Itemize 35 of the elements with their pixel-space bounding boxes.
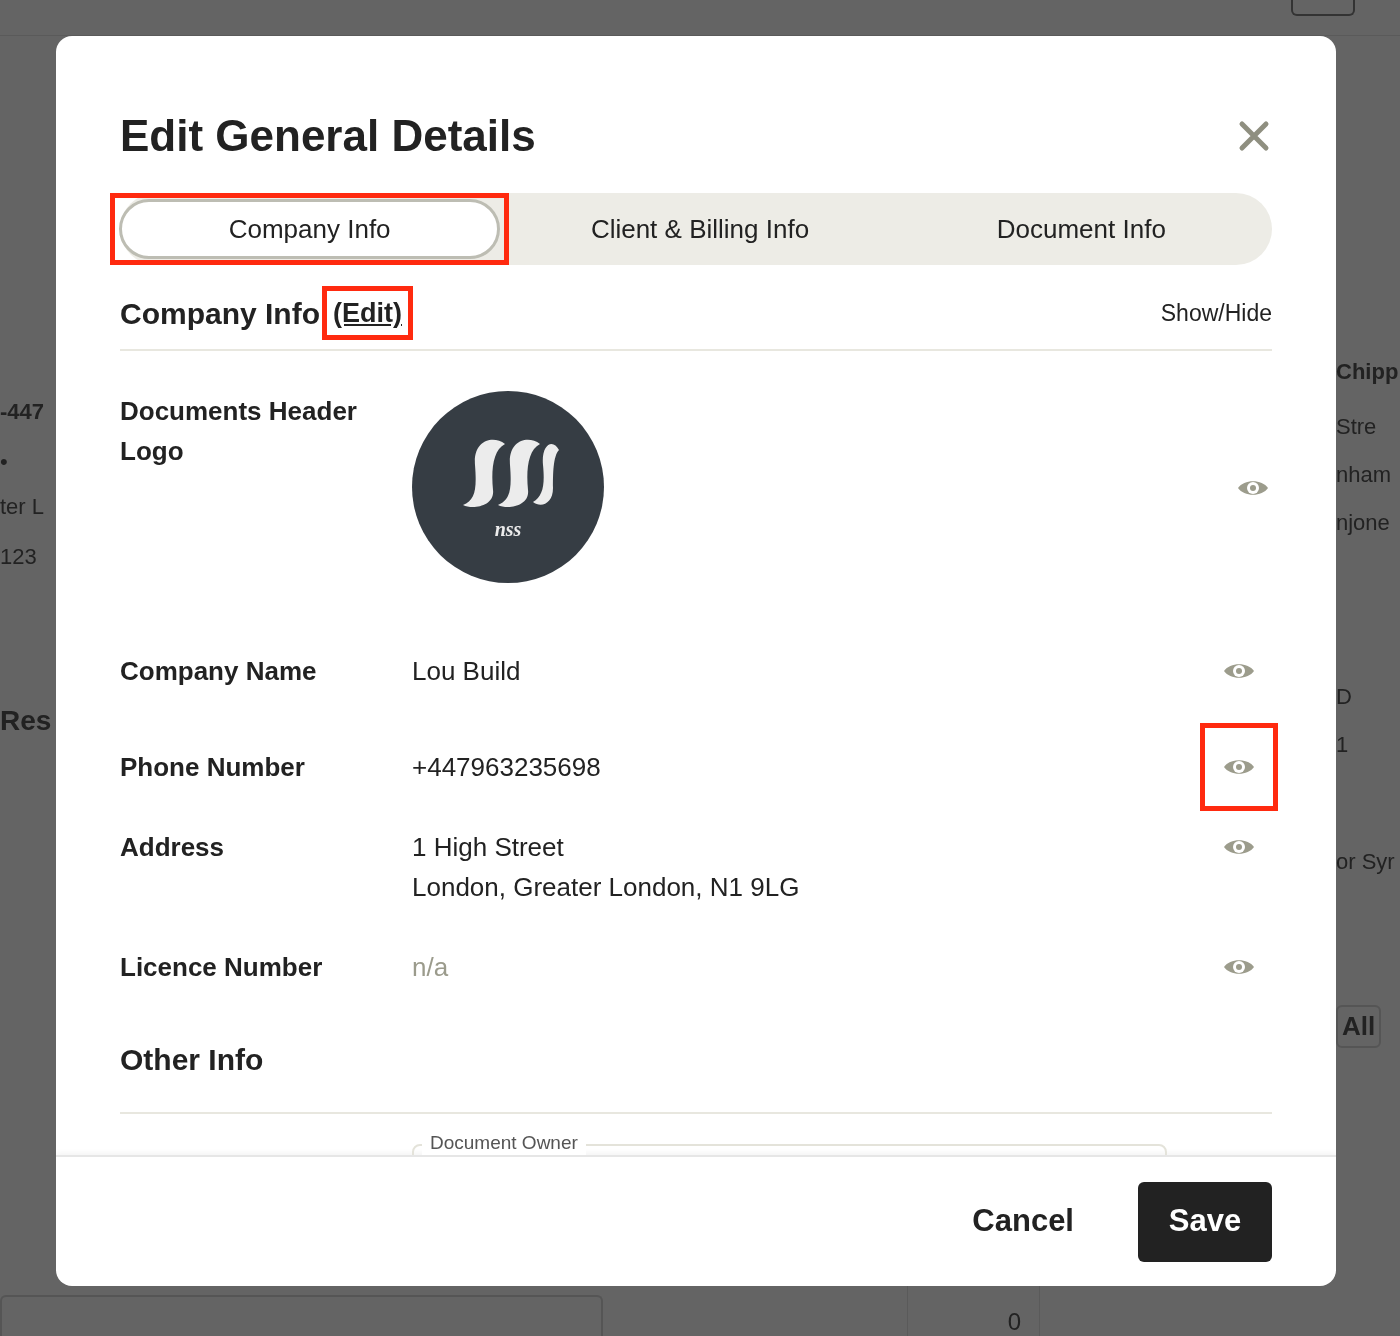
background-text: Chipp — [1336, 358, 1399, 386]
table-cell: 0 — [1007, 1308, 1021, 1336]
save-button[interactable]: Save — [1138, 1181, 1272, 1262]
tab[interactable]: Document Info — [890, 199, 1272, 259]
field-value: 1 High Street — [412, 831, 565, 864]
cancel-button[interactable]: Cancel — [972, 1198, 1074, 1245]
field-label: Address — [120, 831, 226, 864]
field-label: Company Name — [120, 655, 318, 688]
field-label: Licence Number — [120, 951, 324, 984]
page-button[interactable] — [1291, 0, 1355, 16]
field-value: +447963235698 — [412, 751, 602, 784]
field-label: Documents Header Logo — [120, 395, 358, 468]
background-text: nham — [1336, 461, 1392, 489]
logo-text: nss — [494, 517, 522, 542]
background-text: -447 — [0, 398, 45, 426]
background-text: 123 — [0, 543, 37, 571]
field-value: London, Greater London, N1 9LG — [412, 871, 801, 904]
background-text: D — [1336, 683, 1352, 711]
background-text: ter L — [0, 493, 45, 521]
field-value: Lou Build — [412, 655, 522, 688]
field-label: Phone Number — [120, 751, 306, 784]
field-value: n/a — [412, 951, 450, 984]
background-text: Stre — [1336, 413, 1377, 441]
tab[interactable]: Client & Billing Info — [509, 199, 891, 259]
background-text: 1 — [1336, 731, 1349, 759]
background-text: njone — [1336, 509, 1390, 537]
section-title: Other Info — [120, 1043, 264, 1076]
background-text: • — [0, 448, 8, 476]
tab[interactable]: Company Info — [119, 199, 501, 259]
edit-link[interactable]: (Edit) — [333, 297, 402, 328]
dialog-title: Edit General Details — [120, 110, 536, 162]
background-text: or Syr — [1336, 848, 1395, 876]
background-text: Res — [0, 704, 52, 738]
show-hide-label: Show/Hide — [1160, 298, 1272, 328]
section-title: Company Info — [120, 295, 320, 332]
